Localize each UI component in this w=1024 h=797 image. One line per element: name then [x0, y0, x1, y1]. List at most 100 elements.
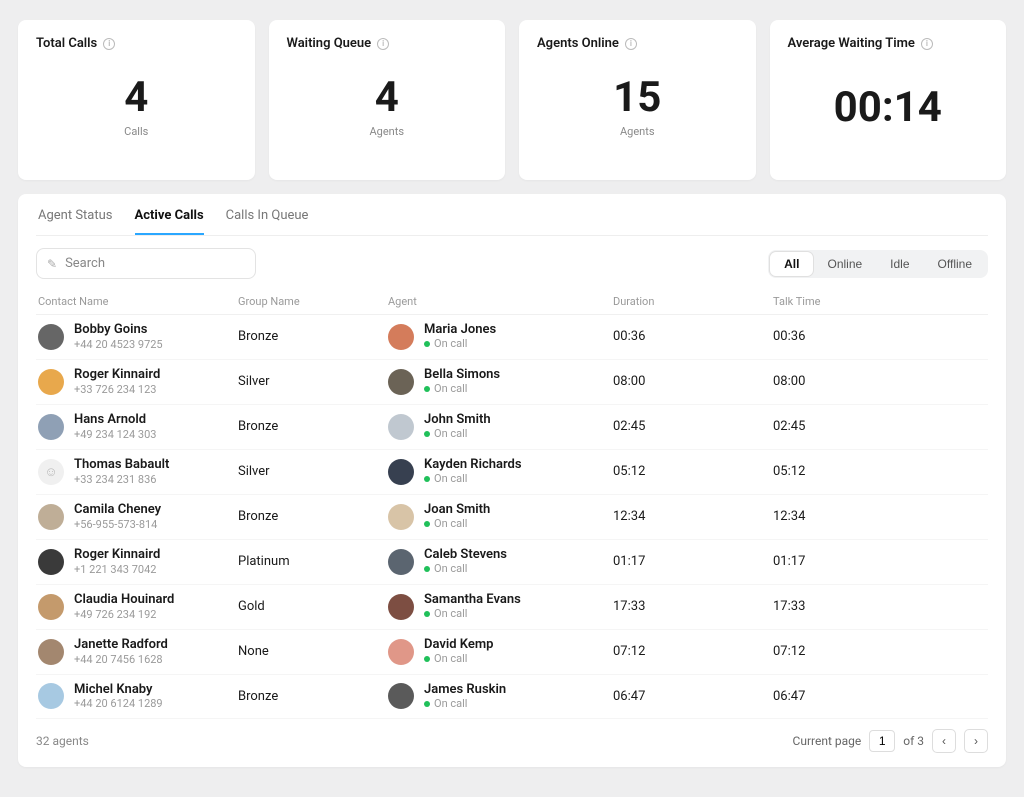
contact-cell: Camila Cheney +56-955-573-814 [38, 503, 238, 531]
contact-name: Janette Radford [74, 638, 168, 653]
agent-avatar [388, 324, 414, 350]
contact-phone: +1 221 343 7042 [74, 563, 160, 576]
agent-avatar [388, 549, 414, 575]
contact-cell: Hans Arnold +49 234 124 303 [38, 413, 238, 441]
contact-cell: ☺ Thomas Babault +33 234 231 836 [38, 458, 238, 486]
stat-unit: Agents [369, 125, 404, 138]
agent-avatar [388, 639, 414, 665]
table-row[interactable]: Camila Cheney +56-955-573-814 Bronze Joa… [36, 495, 988, 540]
col-talk: Talk Time [773, 295, 986, 308]
stat-body: 15 Agents [537, 51, 738, 164]
duration-cell: 00:36 [613, 329, 773, 344]
table-row[interactable]: Hans Arnold +49 234 124 303 Bronze John … [36, 405, 988, 450]
stat-card: Total Calls i 4 Calls [18, 20, 255, 180]
agent-cell: Samantha Evans On call [388, 593, 613, 621]
person-icon: ☺ [44, 464, 57, 480]
agent-avatar [388, 504, 414, 530]
contact-phone: +49 726 234 192 [74, 608, 174, 621]
group-cell: Bronze [238, 419, 388, 434]
agent-cell: Caleb Stevens On call [388, 548, 613, 576]
agent-cell: John Smith On call [388, 413, 613, 441]
tab[interactable]: Active Calls [135, 208, 204, 235]
talk-time-cell: 02:45 [773, 419, 986, 434]
agent-name: Caleb Stevens [424, 548, 507, 563]
contact-avatar [38, 414, 64, 440]
stat-value: 00:14 [834, 87, 942, 129]
agent-name: David Kemp [424, 638, 493, 653]
contact-avatar [38, 549, 64, 575]
stat-body: 4 Agents [287, 51, 488, 164]
agent-name: Kayden Richards [424, 458, 522, 473]
agent-status: On call [424, 653, 493, 666]
status-dot-icon [424, 611, 430, 617]
talk-time-cell: 08:00 [773, 374, 986, 389]
stat-value: 4 [375, 77, 399, 119]
agent-name: Samantha Evans [424, 593, 521, 608]
status-filter: AllOnlineIdleOffline [768, 250, 988, 278]
search-input[interactable]: ✎ Search [36, 248, 256, 279]
main-panel: Agent Status Active Calls Calls In Queue ✎… [18, 194, 1006, 767]
status-dot-icon [424, 521, 430, 527]
dashboard-page: Total Calls i 4 Calls Waiting Queue i 4 … [0, 0, 1024, 797]
stat-title-text: Agents Online [537, 36, 619, 51]
contact-phone: +44 20 4523 9725 [74, 338, 163, 351]
table-row[interactable]: Roger Kinnaird +1 221 343 7042 Platinum … [36, 540, 988, 585]
info-icon[interactable]: i [377, 38, 389, 50]
contact-cell: Bobby Goins +44 20 4523 9725 [38, 323, 238, 351]
contact-name: Hans Arnold [74, 413, 156, 428]
info-icon[interactable]: i [921, 38, 933, 50]
contact-avatar: ☺ [38, 459, 64, 485]
table-row[interactable]: ☺ Thomas Babault +33 234 231 836 Silver … [36, 450, 988, 495]
agent-name: John Smith [424, 413, 491, 428]
stat-title-text: Waiting Queue [287, 36, 372, 51]
info-icon[interactable]: i [103, 38, 115, 50]
chevron-left-icon: ‹ [942, 734, 946, 748]
tab[interactable]: Agent Status [38, 208, 113, 235]
table-row[interactable]: Michel Knaby +44 20 6124 1289 Bronze Jam… [36, 675, 988, 720]
contact-name: Roger Kinnaird [74, 368, 160, 383]
table-row[interactable]: Claudia Houinard +49 726 234 192 Gold Sa… [36, 585, 988, 630]
prev-page-button[interactable]: ‹ [932, 729, 956, 753]
filter-option[interactable]: Online [813, 252, 876, 276]
stat-title-text: Total Calls [36, 36, 97, 51]
col-contact: Contact Name [38, 295, 238, 308]
contact-avatar [38, 369, 64, 395]
group-cell: Silver [238, 464, 388, 479]
duration-cell: 12:34 [613, 509, 773, 524]
contact-phone: +33 234 231 836 [74, 473, 169, 486]
stat-card: Agents Online i 15 Agents [519, 20, 756, 180]
table-row[interactable]: Janette Radford +44 20 7456 1628 None Da… [36, 630, 988, 675]
col-agent: Agent [388, 295, 613, 308]
agent-avatar [388, 414, 414, 440]
stat-body: 4 Calls [36, 51, 237, 164]
chevron-right-icon: › [974, 734, 978, 748]
page-input[interactable] [869, 730, 895, 752]
contact-phone: +44 20 7456 1628 [74, 653, 168, 666]
filter-option[interactable]: Idle [876, 252, 923, 276]
agent-status: On call [424, 698, 506, 711]
table-row[interactable]: Roger Kinnaird +33 726 234 123 Silver Be… [36, 360, 988, 405]
contact-avatar [38, 639, 64, 665]
stat-title: Waiting Queue i [287, 36, 488, 51]
contact-name: Camila Cheney [74, 503, 161, 518]
filter-option[interactable]: All [770, 252, 813, 276]
group-cell: Bronze [238, 689, 388, 704]
talk-time-cell: 05:12 [773, 464, 986, 479]
table-row[interactable]: Bobby Goins +44 20 4523 9725 Bronze Mari… [36, 315, 988, 360]
status-dot-icon [424, 386, 430, 392]
search-placeholder: Search [65, 256, 105, 271]
col-duration: Duration [613, 295, 773, 308]
status-dot-icon [424, 341, 430, 347]
contact-cell: Janette Radford +44 20 7456 1628 [38, 638, 238, 666]
contact-avatar [38, 504, 64, 530]
stat-title: Total Calls i [36, 36, 237, 51]
agent-name: Bella Simons [424, 368, 500, 383]
contact-phone: +33 726 234 123 [74, 383, 160, 396]
status-dot-icon [424, 431, 430, 437]
agent-cell: Joan Smith On call [388, 503, 613, 531]
next-page-button[interactable]: › [964, 729, 988, 753]
filter-option[interactable]: Offline [924, 252, 986, 276]
tab[interactable]: Calls In Queue [226, 208, 309, 235]
contact-name: Roger Kinnaird [74, 548, 160, 563]
info-icon[interactable]: i [625, 38, 637, 50]
